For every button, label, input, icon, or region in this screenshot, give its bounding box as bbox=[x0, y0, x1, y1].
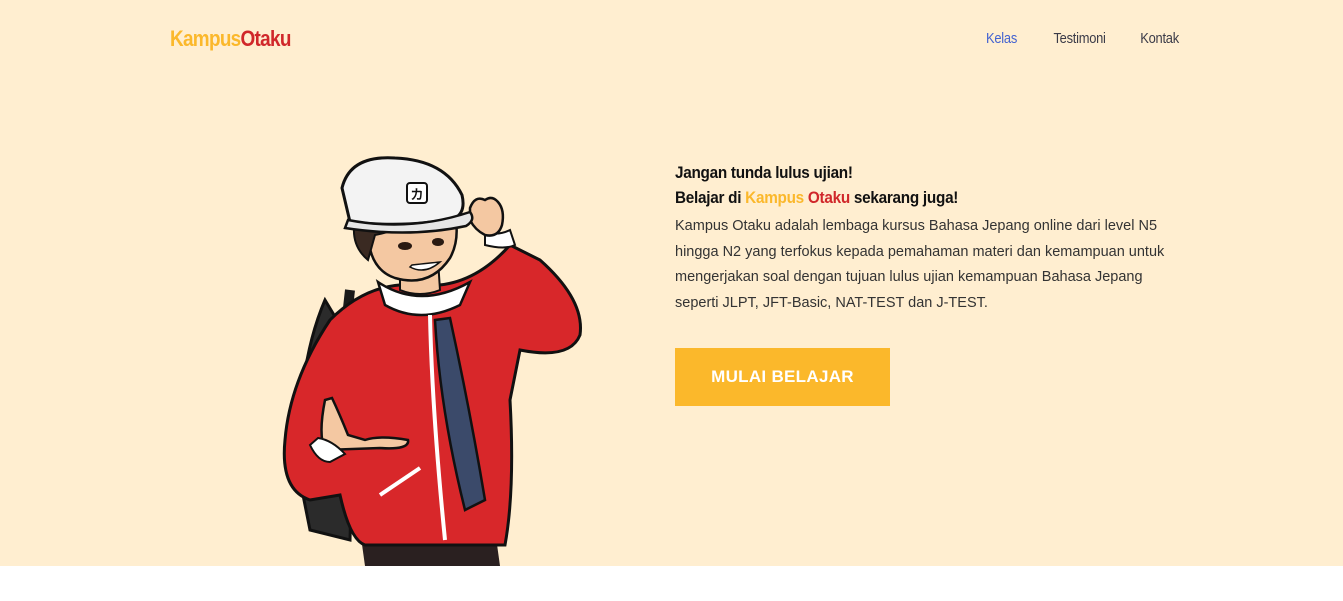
main-nav: Kelas Testimoni Kontak bbox=[981, 30, 1179, 47]
start-learning-button[interactable]: MULAI BELAJAR bbox=[675, 348, 890, 406]
headline-suffix: sekarang juga! bbox=[849, 188, 959, 207]
brand-logo[interactable]: KampusOtaku bbox=[170, 26, 291, 52]
headline-line-1: Jangan tunda lulus ujian! bbox=[675, 163, 853, 182]
hero-section: KampusOtaku Kelas Testimoni Kontak カ Jan… bbox=[0, 0, 1343, 566]
headline-brand-part2: Otaku bbox=[807, 188, 850, 207]
headline-brand-part1: Kampus bbox=[745, 188, 804, 207]
nav-item-kelas[interactable]: Kelas bbox=[986, 30, 1017, 47]
right-hand bbox=[468, 196, 505, 237]
headline-line-2: Belajar di Kampus Otaku sekarang juga! bbox=[675, 185, 1143, 210]
hero-description: Kampus Otaku adalah lembaga kursus Bahas… bbox=[675, 218, 1165, 311]
cap bbox=[340, 156, 465, 226]
left-eye bbox=[398, 242, 412, 250]
hero-headline: Jangan tunda lulus ujian! Belajar di Kam… bbox=[675, 160, 1143, 210]
nav-item-kontak[interactable]: Kontak bbox=[1140, 30, 1179, 47]
hero-character-illustration: カ bbox=[282, 156, 582, 566]
hero-content: Jangan tunda lulus ujian! Belajar di Kam… bbox=[675, 160, 1195, 331]
cap-badge-glyph: カ bbox=[410, 188, 423, 203]
brand-logo-part2: Otaku bbox=[240, 26, 292, 51]
nav-item-testimoni[interactable]: Testimoni bbox=[1054, 30, 1106, 47]
brand-logo-part1: Kampus bbox=[170, 26, 241, 51]
headline-prefix: Belajar di bbox=[675, 188, 746, 207]
right-eye bbox=[432, 238, 444, 246]
